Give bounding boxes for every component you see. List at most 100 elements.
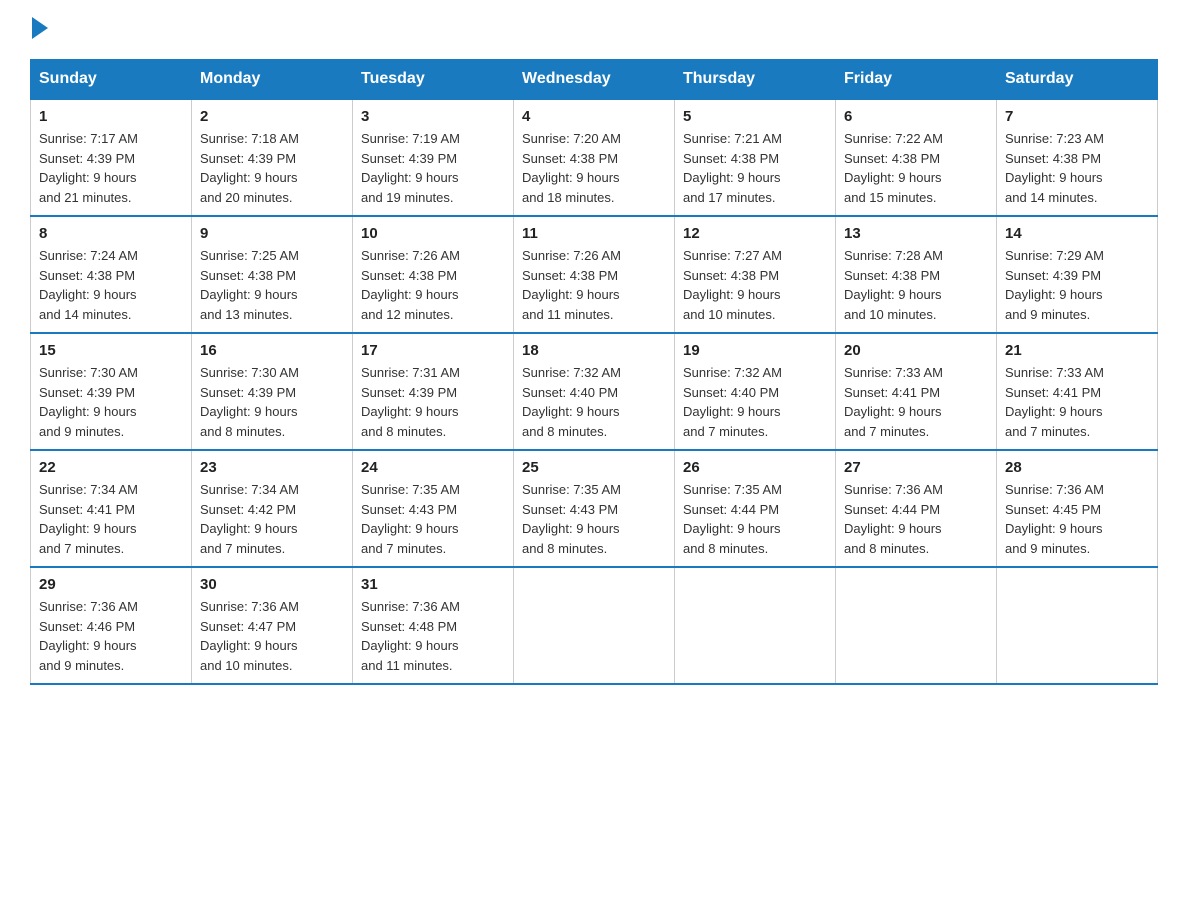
day-number: 16: [200, 342, 344, 359]
day-number: 29: [39, 576, 183, 593]
calendar-day-6: 6 Sunrise: 7:22 AMSunset: 4:38 PMDaylight…: [836, 99, 997, 216]
day-number: 4: [522, 108, 666, 125]
day-number: 27: [844, 459, 988, 476]
calendar-day-14: 14 Sunrise: 7:29 AMSunset: 4:39 PMDayligh…: [997, 216, 1158, 333]
day-number: 20: [844, 342, 988, 359]
calendar-day-16: 16Sunrise: 7:30 AMSunset: 4:39 PMDayligh…: [192, 333, 353, 450]
day-number: 24: [361, 459, 505, 476]
day-number: 31: [361, 576, 505, 593]
logo: [30, 20, 48, 39]
day-header-sunday: Sunday: [31, 60, 192, 100]
day-number: 15: [39, 342, 183, 359]
day-number: 1: [39, 108, 183, 125]
calendar-day-30: 30Sunrise: 7:36 AMSunset: 4:47 PMDayligh…: [192, 567, 353, 684]
calendar-day-29: 29 Sunrise: 7:36 AMSunset: 4:46 PMDayligh…: [31, 567, 192, 684]
day-number: 13: [844, 225, 988, 242]
calendar-week-1: 1 Sunrise: 7:17 AMSunset: 4:39 PMDaylight…: [31, 99, 1158, 216]
calendar-day-3: 3 Sunrise: 7:19 AMSunset: 4:39 PMDaylight…: [353, 99, 514, 216]
calendar-day-4: 4 Sunrise: 7:20 AMSunset: 4:38 PMDaylight…: [514, 99, 675, 216]
day-header-monday: Monday: [192, 60, 353, 100]
day-info: Sunrise: 7:28 AMSunset: 4:38 PMDaylight:…: [844, 246, 988, 324]
day-number: 23: [200, 459, 344, 476]
calendar-day-9: 9 Sunrise: 7:25 AMSunset: 4:38 PMDaylight…: [192, 216, 353, 333]
day-info: Sunrise: 7:36 AMSunset: 4:48 PMDaylight:…: [361, 597, 505, 675]
calendar-day-7: 7Sunrise: 7:23 AMSunset: 4:38 PMDaylight…: [997, 99, 1158, 216]
day-info: Sunrise: 7:20 AMSunset: 4:38 PMDaylight:…: [522, 129, 666, 207]
day-info: Sunrise: 7:32 AMSunset: 4:40 PMDaylight:…: [683, 363, 827, 441]
calendar-day-23: 23 Sunrise: 7:34 AMSunset: 4:42 PMDayligh…: [192, 450, 353, 567]
calendar-day-1: 1 Sunrise: 7:17 AMSunset: 4:39 PMDaylight…: [31, 99, 192, 216]
day-header-friday: Friday: [836, 60, 997, 100]
calendar-day-25: 25Sunrise: 7:35 AMSunset: 4:43 PMDayligh…: [514, 450, 675, 567]
day-number: 2: [200, 108, 344, 125]
day-number: 30: [200, 576, 344, 593]
day-number: 11: [522, 225, 666, 242]
day-info: Sunrise: 7:33 AMSunset: 4:41 PMDaylight:…: [844, 363, 988, 441]
empty-cell: [997, 567, 1158, 684]
day-number: 14: [1005, 225, 1149, 242]
calendar-day-28: 28 Sunrise: 7:36 AMSunset: 4:45 PMDayligh…: [997, 450, 1158, 567]
day-number: 21: [1005, 342, 1149, 359]
calendar-day-22: 22 Sunrise: 7:34 AMSunset: 4:41 PMDayligh…: [31, 450, 192, 567]
calendar-day-8: 8Sunrise: 7:24 AMSunset: 4:38 PMDaylight…: [31, 216, 192, 333]
calendar-day-31: 31 Sunrise: 7:36 AMSunset: 4:48 PMDayligh…: [353, 567, 514, 684]
calendar-day-15: 15 Sunrise: 7:30 AMSunset: 4:39 PMDayligh…: [31, 333, 192, 450]
day-info: Sunrise: 7:25 AMSunset: 4:38 PMDaylight:…: [200, 246, 344, 324]
day-number: 25: [522, 459, 666, 476]
day-info: Sunrise: 7:36 AMSunset: 4:45 PMDaylight:…: [1005, 480, 1149, 558]
day-info: Sunrise: 7:33 AMSunset: 4:41 PMDaylight:…: [1005, 363, 1149, 441]
calendar-table: SundayMondayTuesdayWednesdayThursdayFrid…: [30, 59, 1158, 685]
day-number: 6: [844, 108, 988, 125]
day-info: Sunrise: 7:22 AMSunset: 4:38 PMDaylight:…: [844, 129, 988, 207]
calendar-day-19: 19 Sunrise: 7:32 AMSunset: 4:40 PMDayligh…: [675, 333, 836, 450]
calendar-week-5: 29 Sunrise: 7:36 AMSunset: 4:46 PMDayligh…: [31, 567, 1158, 684]
empty-cell: [514, 567, 675, 684]
day-header-wednesday: Wednesday: [514, 60, 675, 100]
calendar-day-5: 5Sunrise: 7:21 AMSunset: 4:38 PMDaylight…: [675, 99, 836, 216]
day-info: Sunrise: 7:17 AMSunset: 4:39 PMDaylight:…: [39, 129, 183, 207]
day-info: Sunrise: 7:34 AMSunset: 4:41 PMDaylight:…: [39, 480, 183, 558]
day-info: Sunrise: 7:18 AMSunset: 4:39 PMDaylight:…: [200, 129, 344, 207]
page-header: [30, 20, 1158, 39]
calendar-day-21: 21 Sunrise: 7:33 AMSunset: 4:41 PMDayligh…: [997, 333, 1158, 450]
calendar-day-10: 10 Sunrise: 7:26 AMSunset: 4:38 PMDayligh…: [353, 216, 514, 333]
calendar-header-row: SundayMondayTuesdayWednesdayThursdayFrid…: [31, 60, 1158, 100]
day-info: Sunrise: 7:31 AMSunset: 4:39 PMDaylight:…: [361, 363, 505, 441]
day-number: 9: [200, 225, 344, 242]
day-number: 19: [683, 342, 827, 359]
day-info: Sunrise: 7:24 AMSunset: 4:38 PMDaylight:…: [39, 246, 183, 324]
day-number: 17: [361, 342, 505, 359]
calendar-week-2: 8Sunrise: 7:24 AMSunset: 4:38 PMDaylight…: [31, 216, 1158, 333]
empty-cell: [836, 567, 997, 684]
day-number: 22: [39, 459, 183, 476]
day-info: Sunrise: 7:36 AMSunset: 4:46 PMDaylight:…: [39, 597, 183, 675]
calendar-day-17: 17 Sunrise: 7:31 AMSunset: 4:39 PMDayligh…: [353, 333, 514, 450]
day-info: Sunrise: 7:30 AMSunset: 4:39 PMDaylight:…: [39, 363, 183, 441]
day-info: Sunrise: 7:35 AMSunset: 4:43 PMDaylight:…: [361, 480, 505, 558]
empty-cell: [675, 567, 836, 684]
day-number: 28: [1005, 459, 1149, 476]
calendar-day-12: 12 Sunrise: 7:27 AMSunset: 4:38 PMDayligh…: [675, 216, 836, 333]
day-info: Sunrise: 7:35 AMSunset: 4:44 PMDaylight:…: [683, 480, 827, 558]
day-number: 26: [683, 459, 827, 476]
day-info: Sunrise: 7:21 AMSunset: 4:38 PMDaylight:…: [683, 129, 827, 207]
calendar-day-27: 27 Sunrise: 7:36 AMSunset: 4:44 PMDayligh…: [836, 450, 997, 567]
day-number: 12: [683, 225, 827, 242]
day-header-saturday: Saturday: [997, 60, 1158, 100]
day-header-tuesday: Tuesday: [353, 60, 514, 100]
calendar-day-24: 24 Sunrise: 7:35 AMSunset: 4:43 PMDayligh…: [353, 450, 514, 567]
day-number: 3: [361, 108, 505, 125]
day-info: Sunrise: 7:26 AMSunset: 4:38 PMDaylight:…: [361, 246, 505, 324]
day-info: Sunrise: 7:29 AMSunset: 4:39 PMDaylight:…: [1005, 246, 1149, 324]
calendar-day-11: 11Sunrise: 7:26 AMSunset: 4:38 PMDayligh…: [514, 216, 675, 333]
day-header-thursday: Thursday: [675, 60, 836, 100]
day-info: Sunrise: 7:34 AMSunset: 4:42 PMDaylight:…: [200, 480, 344, 558]
calendar-day-2: 2 Sunrise: 7:18 AMSunset: 4:39 PMDaylight…: [192, 99, 353, 216]
calendar-week-4: 22 Sunrise: 7:34 AMSunset: 4:41 PMDayligh…: [31, 450, 1158, 567]
day-info: Sunrise: 7:36 AMSunset: 4:44 PMDaylight:…: [844, 480, 988, 558]
calendar-day-26: 26 Sunrise: 7:35 AMSunset: 4:44 PMDayligh…: [675, 450, 836, 567]
day-number: 10: [361, 225, 505, 242]
calendar-day-20: 20 Sunrise: 7:33 AMSunset: 4:41 PMDayligh…: [836, 333, 997, 450]
day-info: Sunrise: 7:19 AMSunset: 4:39 PMDaylight:…: [361, 129, 505, 207]
day-info: Sunrise: 7:27 AMSunset: 4:38 PMDaylight:…: [683, 246, 827, 324]
